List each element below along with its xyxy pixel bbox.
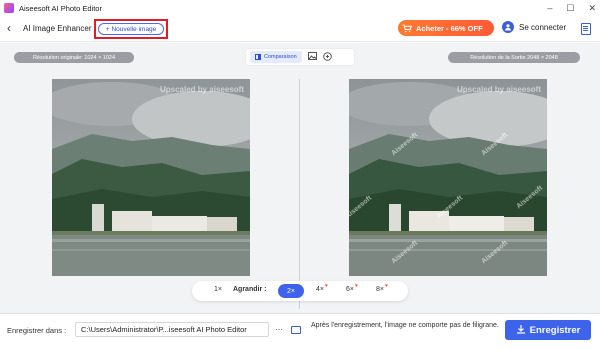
watermark-label: Upscaled by aiseesoft xyxy=(159,85,244,94)
document-icon[interactable] xyxy=(581,23,591,35)
new-image-button[interactable]: + Nouvelle image xyxy=(98,23,164,35)
buy-label: Acheter - 66% OFF xyxy=(416,23,483,33)
plus-icon: + xyxy=(105,25,110,33)
comparison-icon xyxy=(255,54,261,60)
scale-option-4x[interactable]: 4× ♥ xyxy=(316,283,328,293)
page-title: AI Image Enhancer xyxy=(23,24,92,33)
header: ‹ AI Image Enhancer + Nouvelle image Ach… xyxy=(0,16,600,42)
new-image-label: Nouvelle image xyxy=(111,25,157,33)
save-button-label: Enregistrer xyxy=(529,324,581,336)
login-button[interactable]: Se connecter xyxy=(502,21,566,33)
scale-label: Agrandir : xyxy=(233,286,267,293)
browse-button[interactable]: ··· xyxy=(272,322,286,337)
download-icon xyxy=(516,324,526,337)
folder-icon[interactable] xyxy=(291,326,301,334)
minimize-icon[interactable]: – xyxy=(547,3,552,13)
premium-heart-icon: ♥ xyxy=(355,283,358,289)
view-mode-bar: Comparaison xyxy=(246,49,354,65)
scale-option-label: 8× xyxy=(376,286,384,293)
watermark-label: Upscaled by aiseesoft xyxy=(456,85,541,94)
scale-option-label: 4× xyxy=(316,286,324,293)
original-resolution-badge: Résolution originale: 1024 × 1024 xyxy=(14,52,134,63)
scale-option-8x[interactable]: 8× ♥ xyxy=(376,283,388,293)
scale-option-1x[interactable]: 1× xyxy=(214,286,222,293)
cart-icon xyxy=(398,20,416,36)
save-button[interactable]: Enregistrer xyxy=(505,320,591,340)
original-image: Upscaled by aiseesoft xyxy=(52,79,250,276)
premium-heart-icon: ♥ xyxy=(325,283,328,289)
image-icon[interactable] xyxy=(307,52,317,62)
output-resolution-badge: Résolution de la Sortie 2048 × 2048 xyxy=(448,52,580,63)
close-icon[interactable]: ✕ xyxy=(588,3,596,14)
premium-heart-icon: ♥ xyxy=(385,283,388,289)
maximize-icon[interactable]: ☐ xyxy=(566,3,574,14)
zoom-icon[interactable] xyxy=(322,51,332,63)
app-logo-icon xyxy=(4,3,14,13)
enhanced-image: Upscaled by aiseesoft Aiseesoft Aiseesof… xyxy=(349,79,547,276)
comparison-label: Comparaison xyxy=(264,54,297,60)
login-label: Se connecter xyxy=(519,22,567,32)
app-title: Aiseesoft AI Photo Editor xyxy=(19,3,102,13)
save-location-label: Enregistrer dans : xyxy=(7,326,67,335)
save-path-field[interactable]: C:\Users\Administrator\P...iseesoft AI P… xyxy=(75,322,269,337)
back-icon[interactable]: ‹ xyxy=(7,21,11,35)
title-bar: Aiseesoft AI Photo Editor – ☐ ✕ xyxy=(0,0,600,16)
compare-divider[interactable] xyxy=(299,79,300,309)
window-controls: – ☐ ✕ xyxy=(547,0,596,16)
scale-option-2x[interactable]: 2× xyxy=(278,284,304,298)
upscale-bar: 1× Agrandir : 2× 4× ♥ 6× ♥ 8× ♥ xyxy=(192,281,408,301)
buy-button[interactable]: Acheter - 66% OFF xyxy=(398,20,494,36)
scale-option-6x[interactable]: 6× ♥ xyxy=(346,283,358,293)
save-note: Après l'enregistrement, l'image ne compo… xyxy=(311,322,499,329)
user-icon xyxy=(502,21,514,33)
comparison-button[interactable]: Comparaison xyxy=(250,51,302,63)
scale-option-label: 6× xyxy=(346,286,354,293)
footer: Enregistrer dans : C:\Users\Administrato… xyxy=(0,313,600,350)
